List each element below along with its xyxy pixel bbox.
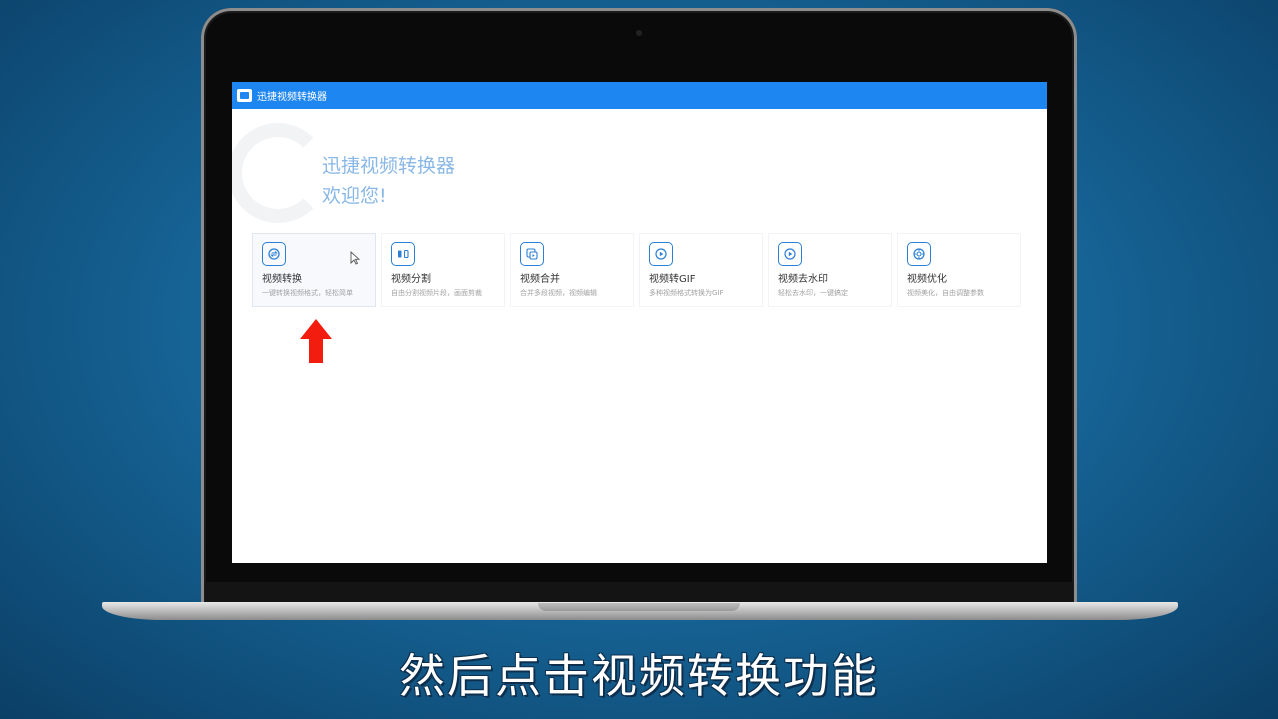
- card-desc: 多种视频格式转换为GIF: [649, 289, 724, 297]
- watermark-icon: [778, 242, 802, 266]
- card-desc: 一键转换视频格式，轻松简单: [262, 289, 353, 297]
- card-remove-watermark[interactable]: 视频去水印 轻松去水印，一键搞定: [768, 233, 892, 307]
- gif-icon: [649, 242, 673, 266]
- welcome-title: 迅捷视频转换器: [322, 155, 456, 177]
- card-title: 视频转换: [262, 274, 302, 285]
- split-icon: [391, 242, 415, 266]
- card-title: 视频转GIF: [649, 274, 696, 285]
- red-up-arrow-icon: [300, 319, 332, 363]
- card-video-merge[interactable]: 视频合并 合并多段视频，视频编辑: [510, 233, 634, 307]
- card-desc: 视频美化，自由调整参数: [907, 289, 984, 297]
- welcome-banner: 迅捷视频转换器 欢迎您!: [232, 109, 1047, 229]
- mouse-cursor-icon: [350, 251, 360, 265]
- laptop-hinge: [205, 582, 1073, 604]
- app-title: 迅捷视频转换器: [257, 92, 327, 103]
- card-title: 视频分割: [391, 274, 431, 285]
- welcome-subtitle: 欢迎您!: [322, 185, 387, 207]
- card-desc: 合并多段视频，视频编辑: [520, 289, 597, 297]
- video-subtitle-caption: 然后点击视频转换功能: [399, 649, 879, 703]
- card-video-split[interactable]: 视频分割 自由分割视频片段，画面剪裁: [381, 233, 505, 307]
- card-video-to-gif[interactable]: 视频转GIF 多种视频格式转换为GIF: [639, 233, 763, 307]
- merge-icon: [520, 242, 544, 266]
- camera-icon: [636, 30, 642, 36]
- optimize-icon: [907, 242, 931, 266]
- refresh-watermark-icon: [232, 123, 328, 223]
- app-window: 迅捷视频转换器 迅捷视频转换器 欢迎您! 视频转换 一键转换视频格式，轻松简单 …: [232, 82, 1047, 563]
- laptop-base-notch: [538, 603, 740, 611]
- card-video-optimize[interactable]: 视频优化 视频美化，自由调整参数: [897, 233, 1021, 307]
- title-bar: 迅捷视频转换器: [232, 82, 1047, 109]
- card-title: 视频优化: [907, 274, 947, 285]
- card-title: 视频合并: [520, 274, 560, 285]
- convert-icon: [262, 242, 286, 266]
- card-desc: 轻松去水印，一键搞定: [778, 289, 848, 297]
- card-desc: 自由分割视频片段，画面剪裁: [391, 289, 482, 297]
- app-logo-icon: [237, 89, 252, 102]
- card-video-convert[interactable]: 视频转换 一键转换视频格式，轻松简单: [252, 233, 376, 307]
- card-title: 视频去水印: [778, 274, 828, 285]
- feature-cards: 视频转换 一键转换视频格式，轻松简单 视频分割 自由分割视频片段，画面剪裁 视频…: [252, 233, 1021, 307]
